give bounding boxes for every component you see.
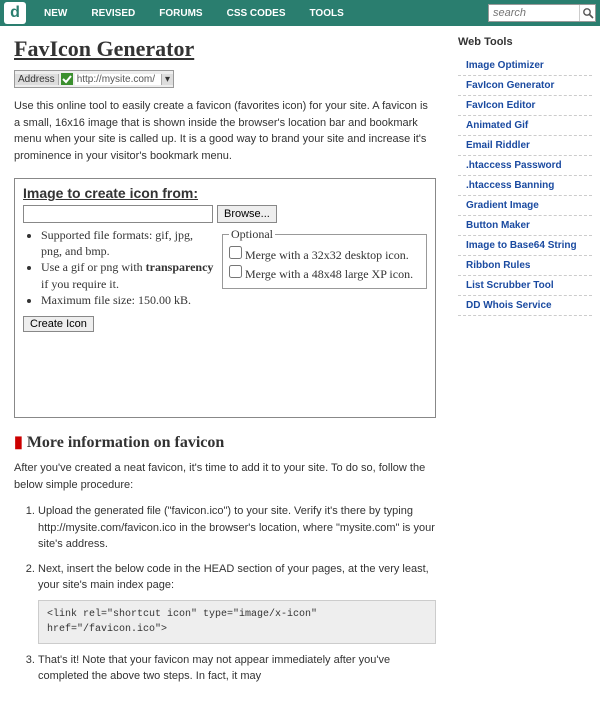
top-navbar: d NEW REVISED FORUMS CSS CODES TOOLS — [0, 0, 600, 26]
file-path-input[interactable] — [23, 205, 213, 223]
note-maxsize: Maximum file size: 150.00 kB. — [41, 292, 214, 308]
more-intro: After you've created a neat favicon, it'… — [14, 460, 436, 493]
instruction-list: Upload the generated file ("favicon.ico"… — [14, 503, 436, 685]
sidebar-link-animated-gif[interactable]: Animated Gif — [458, 116, 592, 136]
optional-fieldset: Optional Merge with a 32x32 desktop icon… — [222, 227, 427, 289]
favicon-form: Image to create icon from: Browse... Sup… — [14, 178, 436, 418]
sidebar-link-favicon-generator[interactable]: FavIcon Generator — [458, 76, 592, 96]
sidebar-link-list-scrubber[interactable]: List Scrubber Tool — [458, 276, 592, 296]
merge-32-checkbox[interactable] — [229, 246, 242, 259]
sidebar-link-ribbon-rules[interactable]: Ribbon Rules — [458, 256, 592, 276]
sidebar-link-dd-whois[interactable]: DD Whois Service — [458, 296, 592, 316]
sidebar-title: Web Tools — [458, 36, 592, 48]
address-bar-mock: Address http://mysite.com/ ▾ — [14, 70, 174, 88]
nav-forums[interactable]: FORUMS — [147, 1, 214, 26]
site-logo[interactable]: d — [4, 2, 26, 24]
step-2: Next, insert the below code in the HEAD … — [38, 561, 436, 644]
merge-32-option[interactable]: Merge with a 32x32 desktop icon. — [229, 246, 420, 263]
step-3: That's it! Note that your favicon may no… — [38, 652, 436, 685]
form-heading: Image to create icon from: — [23, 185, 427, 201]
main-content: FavIcon Generator Address http://mysite.… — [0, 26, 450, 703]
code-snippet: <link rel="shortcut icon" type="image/x-… — [38, 600, 436, 644]
sidebar-link-htaccess-password[interactable]: .htaccess Password — [458, 156, 592, 176]
nav-csscodes[interactable]: CSS CODES — [215, 1, 298, 26]
format-notes: Supported file formats: gif, jpg, png, a… — [23, 227, 214, 308]
bullet-icon: ▮ — [14, 434, 23, 451]
intro-text: Use this online tool to easily create a … — [14, 98, 436, 164]
favicon-preview-icon — [61, 73, 73, 85]
more-info-heading: ▮More information on favicon — [14, 432, 436, 452]
main-nav: NEW REVISED FORUMS CSS CODES TOOLS — [32, 1, 488, 26]
sidebar-link-favicon-editor[interactable]: FavIcon Editor — [458, 96, 592, 116]
nav-tools[interactable]: TOOLS — [298, 1, 356, 26]
page-title: FavIcon Generator — [14, 36, 436, 62]
address-url: http://mysite.com/ — [75, 74, 161, 85]
address-label: Address — [15, 74, 59, 85]
chevron-down-icon: ▾ — [161, 74, 173, 85]
sidebar-link-gradient-image[interactable]: Gradient Image — [458, 196, 592, 216]
note-transparency: Use a gif or png with transparency if yo… — [41, 259, 214, 291]
sidebar-link-htaccess-banning[interactable]: .htaccess Banning — [458, 176, 592, 196]
nav-new[interactable]: NEW — [32, 1, 79, 26]
sidebar: Web Tools Image Optimizer FavIcon Genera… — [450, 26, 600, 703]
sidebar-link-image-optimizer[interactable]: Image Optimizer — [458, 56, 592, 76]
step-1: Upload the generated file ("favicon.ico"… — [38, 503, 436, 553]
optional-legend: Optional — [229, 227, 275, 242]
merge-48-option[interactable]: Merge with a 48x48 large XP icon. — [229, 265, 420, 282]
browse-button[interactable]: Browse... — [217, 205, 277, 223]
create-icon-button[interactable]: Create Icon — [23, 316, 94, 332]
search-icon[interactable] — [579, 5, 595, 21]
note-formats: Supported file formats: gif, jpg, png, a… — [41, 227, 214, 259]
sidebar-link-email-riddler[interactable]: Email Riddler — [458, 136, 592, 156]
search-input[interactable] — [489, 6, 579, 20]
sidebar-link-button-maker[interactable]: Button Maker — [458, 216, 592, 236]
merge-48-checkbox[interactable] — [229, 265, 242, 278]
sidebar-link-image-base64[interactable]: Image to Base64 String — [458, 236, 592, 256]
search-box — [488, 4, 596, 22]
nav-revised[interactable]: REVISED — [79, 1, 147, 26]
